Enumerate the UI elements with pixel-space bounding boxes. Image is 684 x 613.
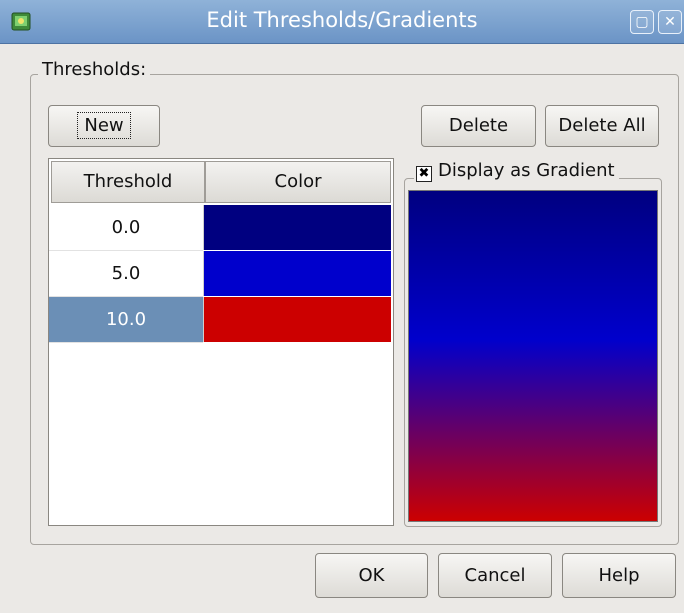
checkbox-icon[interactable]: ✖ <box>416 166 432 182</box>
new-button-label: New <box>77 112 131 139</box>
thresholds-group-label: Thresholds: <box>38 59 151 80</box>
ok-button-label: OK <box>358 565 385 586</box>
gradient-preview <box>408 190 658 522</box>
row-divider <box>49 342 203 343</box>
table-row[interactable]: 5.0 <box>49 251 393 297</box>
color-cell[interactable] <box>203 297 391 342</box>
threshold-table[interactable]: Threshold Color 0.0 5.0 10.0 <box>48 158 394 526</box>
delete-button[interactable]: Delete <box>421 105 536 147</box>
threshold-cell[interactable]: 0.0 <box>49 205 203 250</box>
display-as-gradient-label: Display as Gradient <box>438 160 615 181</box>
delete-all-button-label: Delete All <box>558 115 646 136</box>
title-bar: Edit Thresholds/Gradients ▢ ✕ <box>0 0 684 44</box>
table-row[interactable]: 10.0 <box>49 297 393 343</box>
display-as-gradient-checkbox[interactable]: ✖ Display as Gradient <box>414 161 619 182</box>
column-header-color[interactable]: Color <box>205 161 391 203</box>
cancel-button-label: Cancel <box>464 565 526 586</box>
delete-button-label: Delete <box>448 115 509 136</box>
maximize-icon[interactable]: ▢ <box>630 10 654 34</box>
table-row[interactable]: 0.0 <box>49 205 393 251</box>
color-cell[interactable] <box>203 205 391 250</box>
threshold-cell[interactable]: 5.0 <box>49 251 203 296</box>
cancel-button[interactable]: Cancel <box>438 553 552 598</box>
window-title: Edit Thresholds/Gradients <box>206 8 478 32</box>
new-button[interactable]: New <box>48 105 160 147</box>
close-icon[interactable]: ✕ <box>658 10 682 34</box>
color-cell[interactable] <box>203 251 391 296</box>
help-button-label: Help <box>598 565 640 586</box>
ok-button[interactable]: OK <box>315 553 428 598</box>
delete-all-button[interactable]: Delete All <box>545 105 659 147</box>
help-button[interactable]: Help <box>562 553 676 598</box>
threshold-cell[interactable]: 10.0 <box>49 297 203 342</box>
column-header-threshold[interactable]: Threshold <box>51 161 205 203</box>
